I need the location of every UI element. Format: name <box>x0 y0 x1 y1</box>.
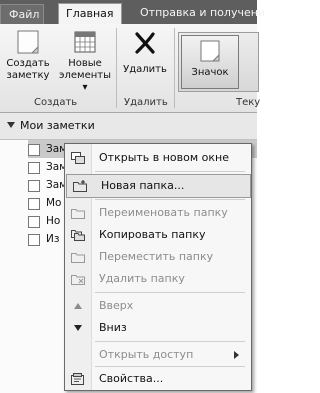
group-create-label: Создать <box>34 97 78 108</box>
group-current-view-label: Теку <box>236 97 261 108</box>
ribbon-separator <box>174 28 175 108</box>
create-note-label-2: заметку <box>6 70 50 81</box>
folder-context-menu: Открыть в новом окне Новая папка... Пере… <box>64 143 252 391</box>
menu-item-move-up[interactable]: Вверх <box>65 295 251 317</box>
menu-item-label: Переименовать папку <box>99 206 228 219</box>
menu-item-label: Вниз <box>99 321 127 334</box>
note-icon <box>17 30 39 54</box>
tab-send-receive[interactable]: Отправка и получени <box>132 3 273 24</box>
expand-triangle-icon[interactable] <box>7 122 15 128</box>
menu-item-label: Открыть доступ <box>99 348 194 361</box>
move-folder-icon <box>71 253 85 263</box>
view-icon-label: Значок <box>191 67 229 78</box>
menu-item-copy-folder[interactable]: Копировать папку <box>65 224 251 246</box>
menu-item-delete-folder[interactable]: Удалить папку <box>65 268 251 290</box>
menu-item-new-folder[interactable]: Новая папка... <box>66 174 251 198</box>
note-icon <box>28 180 40 192</box>
create-note-label-1: Создать <box>6 58 50 69</box>
up-arrow-icon <box>74 303 82 309</box>
tab-home[interactable]: Главная <box>58 3 122 25</box>
note-title: Мо <box>46 197 62 209</box>
current-view-gallery: Значок <box>178 32 259 92</box>
note-icon <box>28 198 40 210</box>
menu-item-open-new-window[interactable]: Открыть в новом окне <box>65 147 251 169</box>
note-icon <box>200 40 220 62</box>
menu-separator <box>95 341 245 342</box>
menu-item-label: Удалить папку <box>99 272 185 285</box>
view-icon-button[interactable]: Значок <box>181 35 239 89</box>
menu-item-label: Открыть в новом окне <box>99 151 230 164</box>
properties-icon <box>71 373 84 385</box>
open-window-icon <box>71 152 85 164</box>
ribbon-separator <box>116 28 117 108</box>
menu-item-label: Копировать папку <box>99 228 206 241</box>
menu-item-share[interactable]: Открыть доступ <box>65 344 251 366</box>
new-items-label-2: элементы ▾ <box>59 70 111 93</box>
delete-button[interactable]: Удалить <box>118 28 172 94</box>
new-items-label-1: Новые <box>68 58 102 69</box>
folder-title: Мои заметки <box>20 119 95 132</box>
create-note-button[interactable]: Создать заметку <box>2 28 54 94</box>
new-folder-icon <box>73 180 87 192</box>
menu-item-move-down[interactable]: Вниз <box>65 317 251 339</box>
menu-separator <box>95 292 245 293</box>
calendar-grid-icon <box>74 31 96 53</box>
folder-header[interactable]: Мои заметки <box>0 113 257 140</box>
menu-item-label: Свойства... <box>99 372 164 385</box>
new-items-button[interactable]: Новые элементы ▾ <box>56 28 114 94</box>
menu-item-label: Новая папка... <box>101 179 185 192</box>
note-title: Но <box>46 215 61 227</box>
menu-item-move-folder[interactable]: Переместить папку <box>65 246 251 268</box>
tab-file[interactable]: Файл <box>0 4 44 25</box>
note-icon <box>28 216 40 228</box>
menu-item-label: Переместить папку <box>99 250 214 263</box>
group-delete-label: Удалить <box>124 97 168 108</box>
copy-folder-icon <box>71 230 85 241</box>
delete-label: Удалить <box>123 64 167 75</box>
menu-item-properties[interactable]: Свойства... <box>65 368 251 390</box>
menu-separator <box>95 199 245 200</box>
note-icon <box>28 162 40 174</box>
submenu-arrow-icon <box>234 351 239 359</box>
down-arrow-icon <box>74 325 82 331</box>
ribbon-tabbar: Файл Главная Отправка и получени <box>0 0 265 25</box>
ribbon: Создать заметку Новые элементы ▾ Создать… <box>0 24 261 113</box>
delete-x-icon <box>135 32 155 54</box>
menu-item-label: Вверх <box>99 299 134 312</box>
menu-item-rename-folder[interactable]: Переименовать папку <box>65 202 251 224</box>
note-title: Из <box>46 233 60 245</box>
rename-folder-icon <box>71 209 85 219</box>
menu-separator <box>95 366 245 367</box>
menu-separator <box>95 171 245 172</box>
note-icon <box>28 144 40 156</box>
note-icon <box>28 234 40 246</box>
delete-folder-icon <box>71 275 85 285</box>
